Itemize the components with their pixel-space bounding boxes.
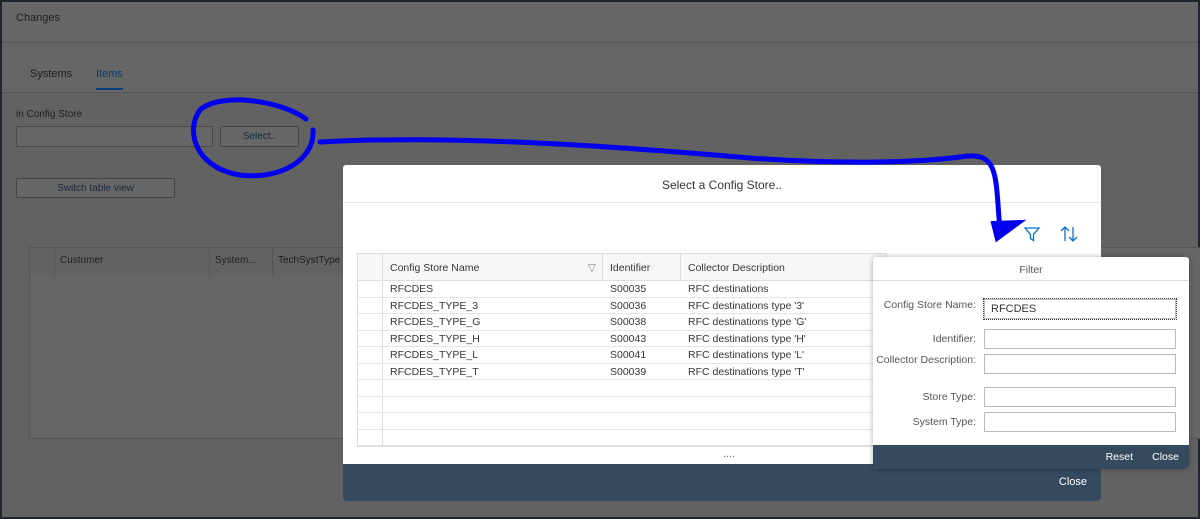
table-cell: RFC destinations type 'T'	[688, 365, 805, 378]
row-selector[interactable]	[358, 347, 383, 363]
table-cell: RFC destinations type 'H'	[688, 332, 806, 345]
table-row[interactable]: RFCDES_TYPE_3 S00036 RFC destinations type…	[358, 297, 886, 314]
filter-icon[interactable]	[1023, 225, 1041, 243]
dialog-title: Select a Config Store..	[343, 165, 1101, 203]
table-row[interactable]: RFCDES_TYPE_L S00041 RFC destinations type…	[358, 347, 886, 364]
table-cell: RFCDES_TYPE_L	[390, 349, 479, 361]
tab-items[interactable]: Items	[96, 68, 123, 90]
select-column	[30, 248, 55, 275]
config-store-label: in Config Store	[16, 109, 83, 120]
filter-popover: Filter Config Store Name: Identifier: Co…	[873, 257, 1189, 469]
filter-field-label: Identifier:	[932, 333, 976, 345]
column-collector-description[interactable]: Collector Description	[681, 254, 888, 280]
row-selector[interactable]	[358, 363, 383, 379]
row-selector[interactable]	[358, 314, 383, 330]
filter-field-label: Collector Description:	[876, 354, 976, 366]
dialog-close-button[interactable]: Close	[1059, 476, 1087, 488]
table-cell: S00039	[610, 365, 647, 378]
filter-field-label: Store Type:	[922, 391, 976, 403]
column-filter-icon: ▽	[587, 262, 596, 274]
page-title: Changes	[2, 2, 1198, 43]
config-store-input[interactable]	[16, 126, 213, 147]
dialog-footer: Close	[343, 464, 1101, 501]
column-system[interactable]: System...	[210, 248, 273, 275]
table-cell: RFCDES_TYPE_G	[390, 316, 481, 328]
table-cell: RFCDES_TYPE_T	[390, 365, 479, 378]
column-customer[interactable]: Customer	[55, 248, 210, 275]
row-selector[interactable]	[358, 429, 383, 445]
more-indicator[interactable]: ....	[723, 448, 735, 460]
table-row[interactable]	[358, 429, 886, 446]
table-cell: RFCDES_TYPE_3	[390, 299, 479, 312]
row-selector[interactable]	[358, 297, 383, 313]
column-config-store-name[interactable]: Config Store Name ▽	[383, 254, 603, 280]
row-selector[interactable]	[358, 396, 383, 412]
filter-field-input[interactable]	[984, 412, 1176, 432]
row-selector[interactable]	[358, 413, 383, 429]
sort-icon[interactable]	[1059, 224, 1079, 244]
filter-field-input[interactable]	[984, 329, 1176, 349]
table-row[interactable]	[358, 380, 886, 397]
row-selector[interactable]	[358, 281, 383, 297]
table-cell: S00043	[610, 332, 647, 345]
filter-field-input[interactable]	[983, 298, 1177, 320]
row-selector[interactable]	[358, 330, 383, 346]
table-cell: S00041	[610, 349, 647, 361]
config-store-table: Config Store Name ▽ Identifier Collector …	[357, 253, 887, 460]
filter-field-label: Config Store Name:	[883, 299, 976, 311]
table-row[interactable]	[358, 396, 886, 413]
filter-reset-button[interactable]: Reset	[1106, 451, 1133, 463]
column-techsysttype[interactable]: TechSystType	[273, 248, 345, 275]
tab-bar: Systems Items	[2, 43, 1198, 93]
table-cell: S00035	[610, 283, 647, 295]
column-label: Config Store Name	[390, 262, 480, 274]
table-cell: S00036	[610, 299, 647, 312]
table-cell: RFC destinations type '3'	[688, 299, 805, 312]
filter-field-label: System Type:	[912, 416, 976, 428]
table-row[interactable]: RFCDES_TYPE_T S00039 RFC destinations type…	[358, 363, 886, 380]
table-header: Config Store Name ▽ Identifier Collector …	[358, 254, 886, 281]
table-row[interactable]: RFCDES S00035 RFC destinations	[358, 281, 886, 298]
filter-close-button[interactable]: Close	[1152, 451, 1179, 463]
filter-title: Filter	[873, 257, 1189, 281]
table-cell: RFC destinations type 'G'	[688, 316, 807, 328]
filter-footer: Reset Close	[873, 445, 1189, 469]
row-selector[interactable]	[358, 380, 383, 396]
table-row[interactable]: RFCDES_TYPE_H S00043 RFC destinations type…	[358, 330, 886, 347]
table-cell: RFCDES	[390, 283, 434, 295]
select-all-cell[interactable]	[358, 254, 383, 280]
tab-systems[interactable]: Systems	[30, 68, 72, 80]
table-row[interactable]	[358, 413, 886, 430]
filter-field-input[interactable]	[984, 387, 1176, 407]
column-identifier[interactable]: Identifier	[603, 254, 681, 280]
table-row[interactable]: RFCDES_TYPE_G S00038 RFC destinations type…	[358, 314, 886, 331]
table-cell: RFCDES_TYPE_H	[390, 332, 480, 345]
table-cell: S00038	[610, 316, 647, 328]
table-cell: RFC destinations	[688, 283, 769, 295]
switch-table-view-button[interactable]: Switch table view	[16, 178, 175, 198]
select-button[interactable]: Select..	[220, 126, 299, 147]
table-cell: RFC destinations type 'L'	[688, 349, 805, 361]
filter-field-input[interactable]	[984, 354, 1176, 374]
